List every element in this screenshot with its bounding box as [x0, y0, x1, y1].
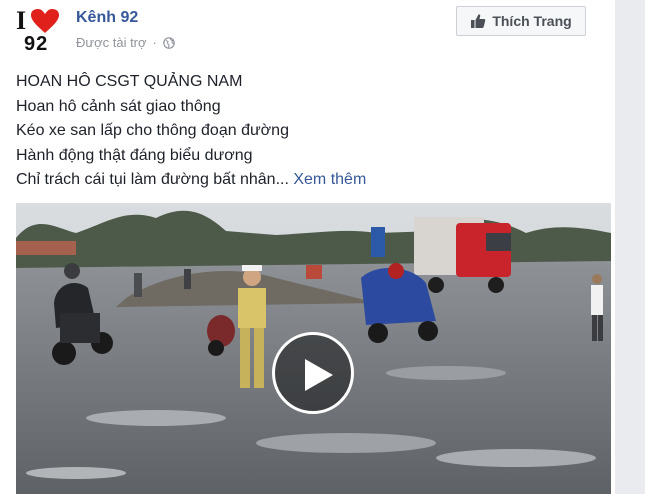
globe-icon: [163, 36, 175, 49]
meta-separator: ·: [152, 35, 157, 50]
avatar-letter: I: [16, 6, 27, 35]
see-more-link[interactable]: Xem thêm: [293, 171, 366, 188]
video-player[interactable]: [16, 203, 611, 494]
page-avatar[interactable]: I 92: [14, 6, 66, 58]
feed-right-gutter: [615, 0, 645, 494]
play-button[interactable]: [272, 332, 354, 414]
page-name-link[interactable]: Kênh 92: [76, 9, 138, 27]
thumbs-up-icon: [471, 14, 486, 28]
post-text-line: Kéo xe san lấp cho thông đoạn đường: [16, 122, 289, 139]
play-icon: [305, 359, 333, 391]
post-text-line: Hoan hô cảnh sát giao thông: [16, 97, 221, 115]
post-text-line-last: Chỉ trách cái tụi làm đường bất nhân... …: [16, 168, 576, 193]
like-page-button[interactable]: Thích Trang: [456, 6, 586, 36]
avatar-number: 92: [24, 33, 49, 55]
sponsored-label[interactable]: Được tài trợ: [76, 35, 147, 50]
post-meta: Được tài trợ ·: [76, 35, 175, 50]
post-text: HOAN HÔ CSGT QUẢNG NAM Hoan hô cảnh sát …: [16, 70, 576, 193]
sponsored-post: I 92 Kênh 92 Được tài trợ · Thích Trang …: [0, 0, 645, 494]
post-text-line: Hành động thật đáng biểu dương: [16, 146, 253, 164]
like-button-label: Thích Trang: [492, 13, 572, 29]
heart-icon: [31, 9, 59, 33]
post-text-line: Chỉ trách cái tụi làm đường bất nhân...: [16, 171, 289, 188]
post-text-line: HOAN HÔ CSGT QUẢNG NAM: [16, 73, 243, 90]
